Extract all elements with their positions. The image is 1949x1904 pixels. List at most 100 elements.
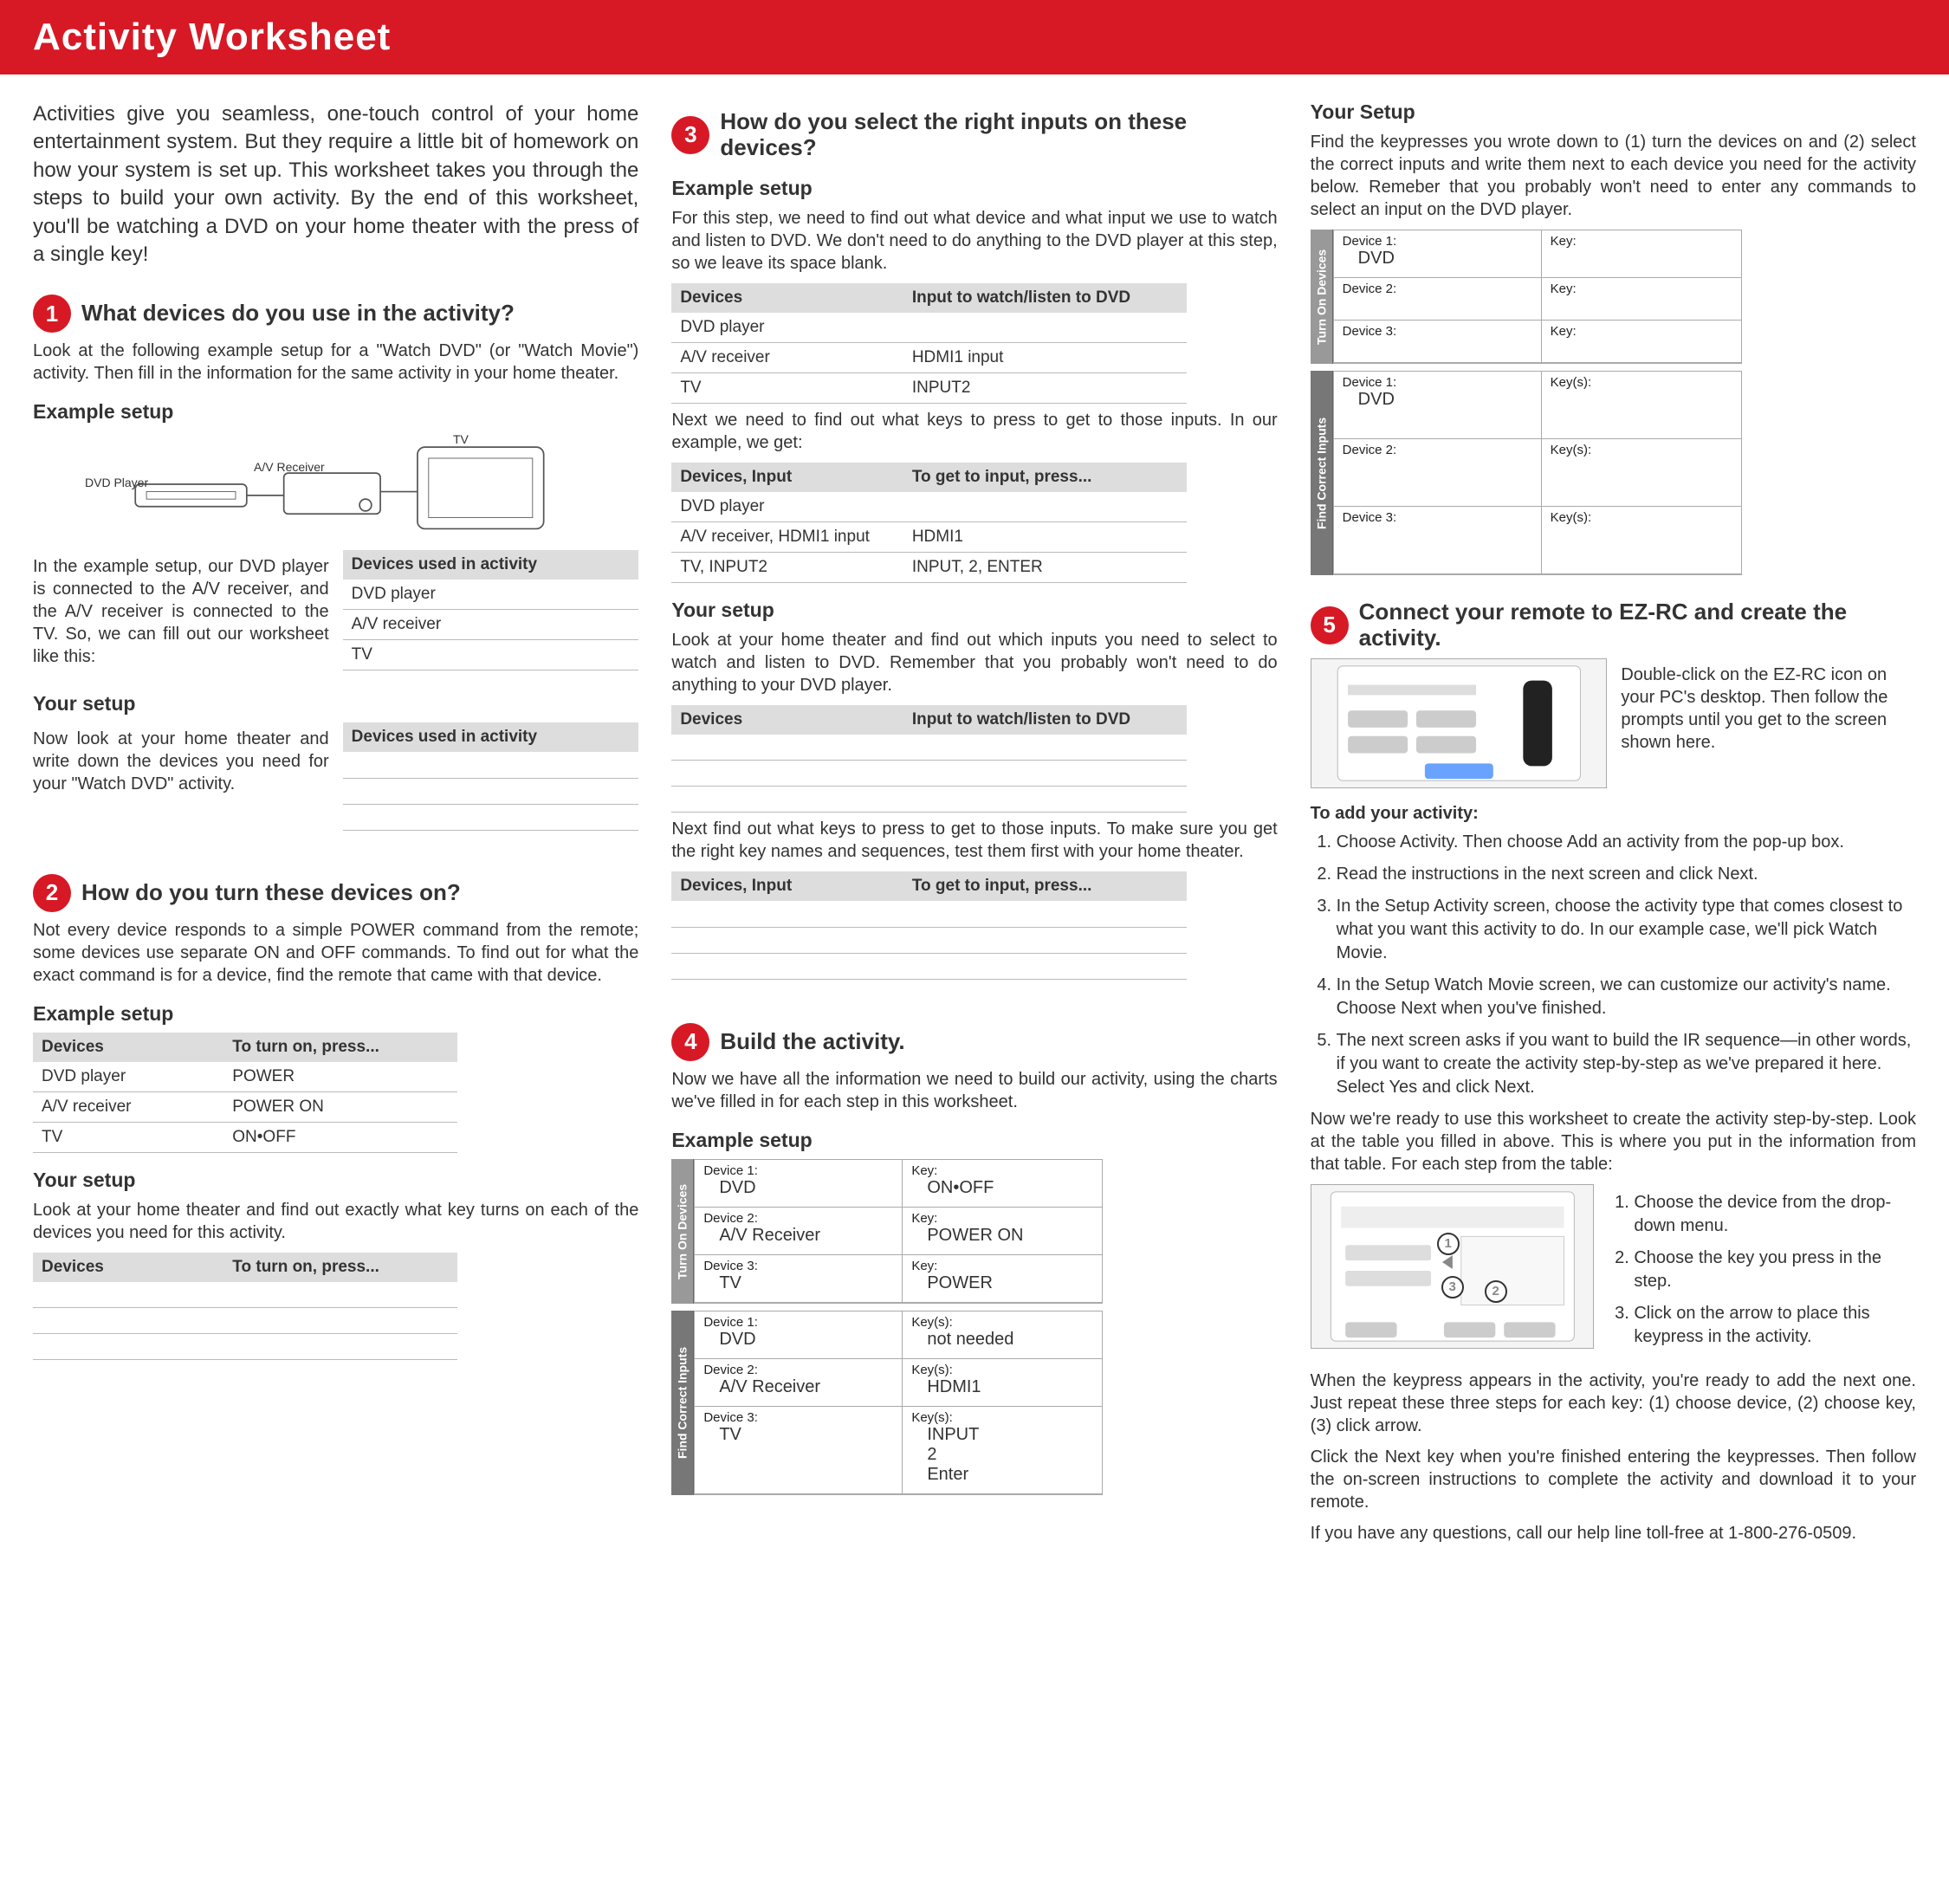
diag-dvd-label: DVD Player xyxy=(85,476,148,489)
s2-th2: To turn on, press... xyxy=(223,1033,456,1062)
s3-t1r2i: HDMI1 input xyxy=(903,342,1187,372)
content-columns: Activities give you seamless, one-touch … xyxy=(0,74,1949,1579)
s3-ys-t1r2i[interactable] xyxy=(903,761,1187,787)
s2-ys-r1d[interactable] xyxy=(33,1282,223,1308)
s4on-r1v2: ON•OFF xyxy=(911,1178,1093,1198)
s1-ys-r3[interactable] xyxy=(343,804,639,830)
ys4-in-table[interactable]: Device 1:DVDKey(s): Device 2:Key(s): Dev… xyxy=(1333,371,1742,575)
ezrc-screenshot-2: 1 2 3 xyxy=(1311,1184,1595,1349)
s3-t2h2: To get to input, press... xyxy=(903,463,1187,492)
step-1-title: What devices do you use in the activity? xyxy=(81,301,515,327)
callout-1-circle: 1 xyxy=(1437,1233,1460,1255)
s2-ys-r3k[interactable] xyxy=(223,1334,456,1360)
s4on-r3v1: TV xyxy=(703,1273,893,1293)
step-4-title: Build the activity. xyxy=(720,1029,904,1055)
s3-ys-t2r1k[interactable] xyxy=(903,901,1187,927)
s3-t1r1d: DVD player xyxy=(671,313,903,343)
s3-t1r3i: INPUT2 xyxy=(903,372,1187,403)
s1-ys-th: Devices used in activity xyxy=(343,722,639,752)
s5-ol1-3: In the Setup Activity screen, choose the… xyxy=(1337,895,1916,965)
s3-ys-t1r3i[interactable] xyxy=(903,787,1187,813)
s2-ys-table[interactable]: DevicesTo turn on, press... xyxy=(33,1253,457,1361)
s4-ex-h: Example setup xyxy=(671,1129,1277,1152)
s4on-r2l2: Key: xyxy=(911,1211,1093,1226)
col-3: Your Setup Find the keypresses you wrote… xyxy=(1311,100,1916,1553)
s3-ys-t2r1d[interactable] xyxy=(671,901,903,927)
s3-t1h2: Input to watch/listen to DVD xyxy=(903,283,1187,313)
ys4in-r3l2: Key(s): xyxy=(1551,510,1732,525)
s3-ys-t2[interactable]: Devices, InputTo get to input, press... xyxy=(671,871,1186,980)
s4on-r3l2: Key: xyxy=(911,1259,1093,1273)
ys4in-r1v1[interactable]: DVD xyxy=(1343,390,1532,410)
vtab-turn-on: Turn On Devices xyxy=(671,1159,694,1304)
diag-tv-label: TV xyxy=(453,432,469,446)
s3-ys-t2r3k[interactable] xyxy=(903,953,1187,979)
col-1: Activities give you seamless, one-touch … xyxy=(33,100,638,1553)
s2-ys-r2k[interactable] xyxy=(223,1308,456,1334)
ys4-h: Your Setup xyxy=(1311,100,1916,124)
ys4on-r1l1: Device 1: xyxy=(1343,234,1532,249)
s5-add-h: To add your activity: xyxy=(1311,804,1916,824)
s3-t1r2d: A/V receiver xyxy=(671,342,903,372)
s1-ex-th: Devices used in activity xyxy=(343,550,639,580)
s4in-r3l1: Device 3: xyxy=(703,1410,893,1425)
ys4-on-table[interactable]: Device 1:DVDKey: Device 2:Key: Device 3:… xyxy=(1333,230,1742,364)
s2-ys-r2d[interactable] xyxy=(33,1308,223,1334)
s3-p1: For this step, we need to find out what … xyxy=(671,207,1277,275)
s2-ys-r3d[interactable] xyxy=(33,1334,223,1360)
s2-ys-th2: To turn on, press... xyxy=(223,1253,456,1282)
s1-ex-r1: DVD player xyxy=(343,580,639,610)
s3-ys-t1h2: Input to watch/listen to DVD xyxy=(903,705,1187,735)
s3-t1: DevicesInput to watch/listen to DVD DVD … xyxy=(671,283,1186,404)
ys4in-r3l1: Device 3: xyxy=(1343,510,1532,525)
s1-ys-p: Now look at your home theater and write … xyxy=(33,728,329,795)
step-5-title: Connect your remote to EZ-RC and create … xyxy=(1359,599,1916,651)
step-3-title: How do you select the right inputs on th… xyxy=(720,109,1277,161)
s3-ys-t1r2d[interactable] xyxy=(671,761,903,787)
ys4on-r1v1[interactable]: DVD xyxy=(1343,249,1532,269)
s3-ys-h: Your setup xyxy=(671,599,1277,622)
ezrc-screenshot-1 xyxy=(1311,658,1608,788)
s3-t1r1i xyxy=(903,313,1187,343)
s3-ys-t2r2k[interactable] xyxy=(903,927,1187,953)
s1-ys-r1[interactable] xyxy=(343,752,639,778)
s1-ys-r2[interactable] xyxy=(343,778,639,804)
s2-r2d: A/V receiver xyxy=(33,1091,223,1122)
s3-ys-t1r1i[interactable] xyxy=(903,735,1187,761)
s1-ys-table[interactable]: Devices used in activity xyxy=(343,722,639,831)
s3-ys-t1r1d[interactable] xyxy=(671,735,903,761)
s2-ys-r1k[interactable] xyxy=(223,1282,456,1308)
ys4-vtab-on: Turn On Devices xyxy=(1311,230,1333,364)
page-title: Activity Worksheet xyxy=(0,0,1949,74)
s2-ex-h: Example setup xyxy=(33,1002,638,1026)
s5-ol1-4: In the Setup Watch Movie screen, we can … xyxy=(1337,974,1916,1020)
s5-ol1: Choose Activity. Then choose Add an acti… xyxy=(1311,831,1916,1099)
s2-ys-p: Look at your home theater and find out e… xyxy=(33,1199,638,1244)
intro-text: Activities give you seamless, one-touch … xyxy=(33,100,638,269)
s2-r1k: POWER xyxy=(223,1062,456,1092)
s3-ex-h: Example setup xyxy=(671,177,1277,200)
s3-t1r3d: TV xyxy=(671,372,903,403)
section-5-head: 5 Connect your remote to EZ-RC and creat… xyxy=(1311,599,1916,651)
s3-t2r2k: HDMI1 xyxy=(903,521,1187,552)
callout-2-circle: 2 xyxy=(1485,1280,1507,1303)
s1-p1: Look at the following example setup for … xyxy=(33,340,638,385)
s4in-r3v2: INPUT 2 Enter xyxy=(911,1425,1093,1485)
ys4in-r2l1: Device 2: xyxy=(1343,443,1532,457)
ys4in-r1l2: Key(s): xyxy=(1551,375,1732,390)
s5-ol1-5: The next screen asks if you want to buil… xyxy=(1337,1029,1916,1099)
s5-ol2-3: Click on the arrow to place this keypres… xyxy=(1634,1302,1916,1349)
s3-ys-t2r2d[interactable] xyxy=(671,927,903,953)
s4in-r1v1: DVD xyxy=(703,1330,893,1350)
s3-ys-t1h1: Devices xyxy=(671,705,903,735)
s3-ys-t1r3d[interactable] xyxy=(671,787,903,813)
s3-ys-t2r3d[interactable] xyxy=(671,953,903,979)
ys4on-r2l2: Key: xyxy=(1551,282,1732,296)
ys4-vtab-in: Find Correct Inputs xyxy=(1311,371,1333,575)
s5-ol1-1: Choose Activity. Then choose Add an acti… xyxy=(1337,831,1916,854)
s3-ys-t2h2: To get to input, press... xyxy=(903,871,1187,901)
ys4in-r2l2: Key(s): xyxy=(1551,443,1732,457)
s2-r1d: DVD player xyxy=(33,1062,223,1092)
ys4-p: Find the keypresses you wrote down to (1… xyxy=(1311,131,1916,221)
s3-ys-t1[interactable]: DevicesInput to watch/listen to DVD xyxy=(671,705,1186,813)
